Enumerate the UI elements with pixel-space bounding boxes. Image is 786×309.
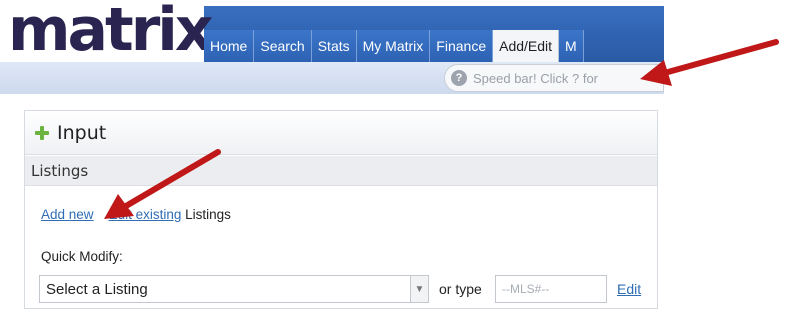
panel-title: Input — [57, 121, 107, 144]
quick-modify-label: Quick Modify: — [41, 249, 123, 264]
listings-links: Add new Edit existing Listings — [41, 207, 231, 222]
add-new-link[interactable]: Add new — [41, 207, 94, 222]
mls-number-input[interactable] — [495, 275, 607, 303]
question-icon[interactable]: ? — [451, 70, 467, 86]
tab-more[interactable]: M — [559, 30, 584, 62]
input-panel: Input Listings Add new Edit existing Lis… — [24, 110, 658, 309]
tab-stats[interactable]: Stats — [311, 30, 357, 62]
edit-link[interactable]: Edit — [617, 281, 641, 297]
tab-home[interactable]: Home — [204, 30, 255, 62]
plus-icon — [35, 125, 49, 140]
tab-add-edit[interactable]: Add/Edit — [493, 30, 560, 62]
listings-suffix: Listings — [185, 207, 231, 222]
main-nav: Home Search Stats My Matrix Finance Add/… — [204, 30, 584, 62]
panel-header: Input — [25, 111, 657, 155]
tab-search[interactable]: Search — [254, 30, 312, 62]
edit-existing-link[interactable]: Edit existing — [109, 207, 182, 222]
chevron-down-icon[interactable]: ▼ — [410, 276, 428, 302]
or-type-label: or type — [439, 281, 482, 297]
tab-my-matrix[interactable]: My Matrix — [356, 30, 431, 62]
listing-select-value: Select a Listing — [46, 280, 148, 298]
matrix-logo: matrix — [8, 0, 214, 65]
speed-bar-text: Speed bar! Click ? for — [473, 70, 599, 86]
tab-finance[interactable]: Finance — [430, 30, 494, 62]
speed-bar-input[interactable]: ? Speed bar! Click ? for — [444, 64, 664, 92]
listing-select[interactable]: Select a Listing ▼ — [39, 275, 429, 303]
section-listings: Listings — [25, 156, 657, 186]
